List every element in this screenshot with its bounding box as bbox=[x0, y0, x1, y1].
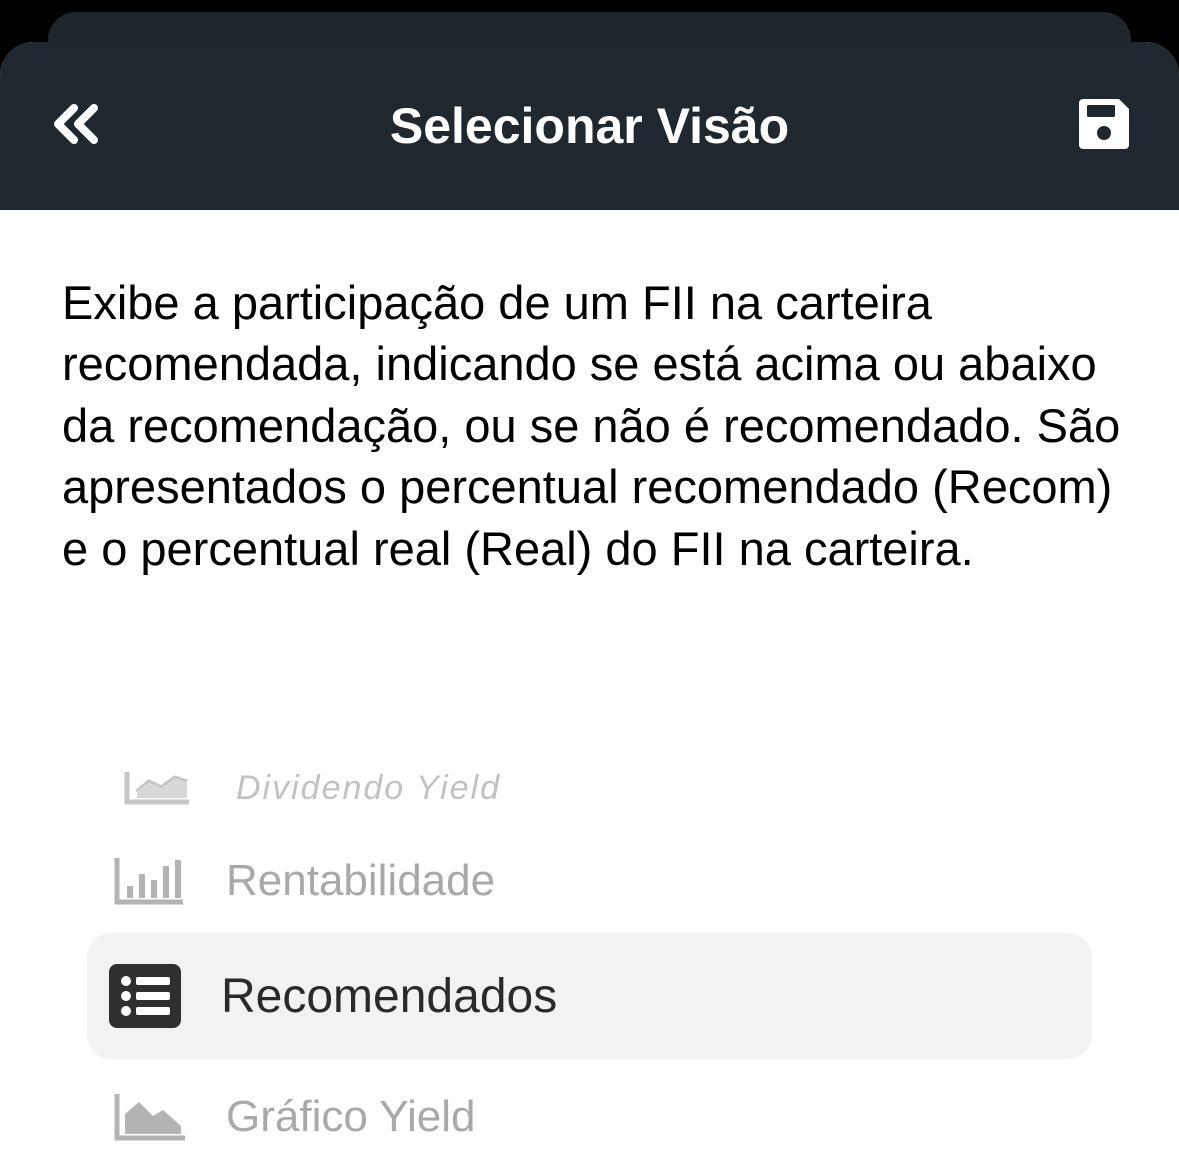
picker-option-dividendo-yield[interactable]: Dividendo Yield bbox=[122, 760, 501, 816]
picker-option-rentabilidade[interactable]: Rentabilidade bbox=[112, 846, 495, 916]
line-chart-icon bbox=[122, 770, 194, 806]
view-description: Exibe a participação de um FII na cartei… bbox=[62, 276, 1121, 575]
picker-option-label: Dividendo Yield bbox=[236, 768, 502, 807]
view-picker-wheel[interactable]: Dividendo Yield Rentabilidade Recomendad… bbox=[0, 702, 1179, 1176]
page-title: Selecionar Visão bbox=[389, 98, 790, 154]
header-bar: Selecionar Visão bbox=[0, 42, 1179, 210]
picker-option-recomendados[interactable]: Recomendados bbox=[87, 933, 1092, 1059]
picker-option-label: Gráfico Yield bbox=[226, 1092, 476, 1141]
area-chart-icon bbox=[112, 1092, 188, 1142]
bar-chart-icon bbox=[112, 856, 186, 906]
picker-option-label: Recomendados bbox=[221, 969, 558, 1023]
picker-option-label: Rentabilidade bbox=[226, 856, 496, 905]
select-view-sheet: Selecionar Visão Exibe a participação de… bbox=[0, 42, 1179, 1176]
save-button[interactable] bbox=[1072, 92, 1136, 156]
picker-option-grafico-yield[interactable]: Gráfico Yield bbox=[112, 1082, 475, 1152]
list-icon bbox=[109, 964, 181, 1028]
floppy-disk-icon bbox=[1079, 99, 1129, 149]
